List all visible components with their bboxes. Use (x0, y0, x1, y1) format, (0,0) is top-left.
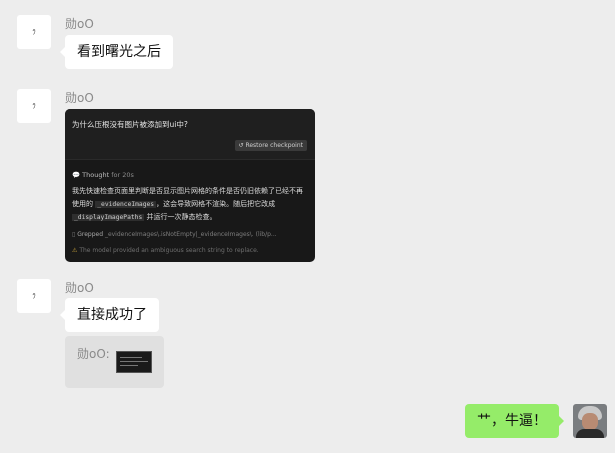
sender-name: 勋oO (65, 281, 94, 295)
message-bubble[interactable]: 直接成功了 (60, 298, 159, 332)
restore-checkpoint-button: ↺ Restore checkpoint (234, 140, 307, 151)
grep-line: ▯ Grepped _evidenceImages\.isNotEmpty|_e… (72, 231, 277, 238)
contact-avatar[interactable]: ﾗ (17, 279, 51, 313)
thought-label: 💬 Thought for 20s (72, 171, 134, 179)
self-message-bubble[interactable]: 艹，牛逼！ (465, 404, 564, 438)
assistant-response: 我先快速检查页面里判断是否显示图片网格的条件是否仍旧依赖了已经不再使用的 _ev… (72, 187, 303, 221)
sender-name: 勋oO (65, 17, 94, 31)
contact-avatar[interactable]: ﾗ (17, 15, 51, 49)
self-avatar[interactable] (573, 404, 607, 438)
prompt-box (65, 109, 315, 160)
message-bubble[interactable]: 看到曙光之后 (60, 35, 173, 69)
sender-name: 勋oO (65, 91, 94, 105)
warning-icon: ⚠ (72, 247, 78, 254)
prompt-question: 为什么压根没有图片被添加到ui中? (72, 120, 188, 129)
quote-thumbnail (116, 351, 152, 373)
contact-avatar[interactable]: ﾗ (17, 89, 51, 123)
warning-line: ⚠ The model provided an ambiguous search… (72, 247, 259, 254)
quoted-message[interactable]: 勋oO: (65, 336, 164, 388)
quote-sender: 勋oO: (77, 347, 110, 361)
screenshot-image-message[interactable]: 为什么压根没有图片被添加到ui中? ↺ Restore checkpoint 💬… (65, 109, 315, 262)
